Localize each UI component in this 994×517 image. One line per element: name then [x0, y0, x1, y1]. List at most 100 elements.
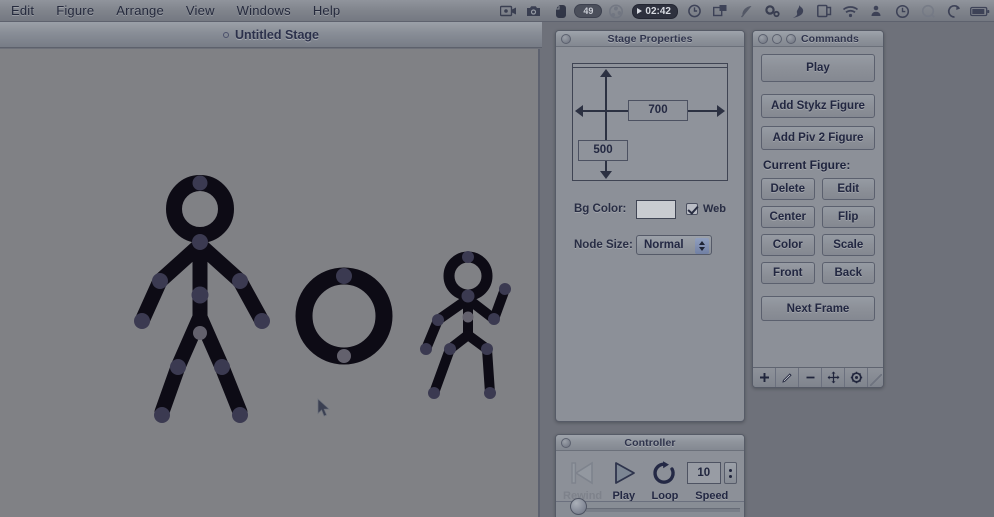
notification-badge[interactable]: 49	[574, 4, 603, 18]
stage-modified-dot-icon	[222, 31, 229, 38]
play-triangle-icon	[637, 8, 643, 14]
menu-help[interactable]: Help	[302, 0, 352, 21]
stage-properties-title: Stage Properties	[607, 32, 693, 45]
timer-indicator[interactable]: 02:42	[632, 3, 678, 19]
spotlight-icon[interactable]	[916, 1, 940, 21]
dropbox-icon[interactable]	[786, 1, 810, 21]
pencil-icon[interactable]	[776, 368, 799, 387]
stage-height-input[interactable]: 500	[578, 140, 628, 161]
stage-width-input[interactable]: 700	[628, 100, 688, 121]
controller-title-bar[interactable]: Controller	[556, 435, 744, 451]
current-figure-label: Current Figure:	[763, 158, 851, 172]
back-button[interactable]: Back	[821, 262, 875, 284]
stick-figure-head-only	[295, 267, 393, 365]
web-checkbox-label: Web	[703, 203, 727, 215]
stage-window: Untitled Stage	[0, 22, 542, 517]
add-icon[interactable]	[753, 368, 776, 387]
bg-color-swatch[interactable]	[636, 199, 676, 219]
feather-icon[interactable]	[734, 1, 758, 21]
wifi-icon[interactable]	[838, 1, 862, 21]
delete-button[interactable]: Delete	[761, 178, 815, 200]
sync-icon[interactable]	[942, 1, 966, 21]
search-circle-icon[interactable]	[682, 1, 706, 21]
commands-body: Play Add Stykz Figure Add Piv 2 Figure C…	[753, 47, 883, 328]
menu-bar-status-area: 49 02:42	[496, 0, 992, 22]
slider-knob[interactable]	[570, 498, 587, 515]
commands-toolbar	[753, 367, 883, 387]
commands-panel: Commands Play Add Stykz Figure Add Piv 2…	[752, 30, 884, 388]
timer-value: 02:42	[645, 5, 671, 17]
center-button[interactable]: Center	[761, 206, 815, 228]
minimize-button-icon[interactable]	[772, 33, 782, 44]
bg-color-label: Bg Color:	[574, 203, 627, 215]
node-size-label: Node Size:	[574, 239, 633, 251]
zoom-button-icon[interactable]	[786, 33, 796, 44]
scale-button[interactable]: Scale	[821, 234, 875, 256]
battery-icon[interactable]	[968, 1, 992, 21]
add-piv2-figure-button[interactable]: Add Piv 2 Figure	[761, 126, 875, 150]
rewind-icon	[568, 457, 598, 489]
stage-properties-body: 700 500 Bg Color: Web Node Size: Normal	[556, 47, 744, 265]
stage-title: Untitled Stage	[234, 27, 320, 42]
arrow-left-icon	[575, 105, 583, 117]
screen-recorder-icon[interactable]	[496, 1, 520, 21]
edit-button[interactable]: Edit	[821, 178, 875, 200]
stage-properties-panel: Stage Properties 700 500 Bg Color: Web N…	[555, 30, 745, 422]
controller-panel: Controller Rewind Play Loop 10 Speed	[555, 434, 745, 517]
play-control[interactable]: Play	[603, 457, 644, 502]
web-checkbox[interactable]	[686, 203, 698, 215]
display-icon[interactable]	[812, 1, 836, 21]
menu-arrange[interactable]: Arrange	[105, 0, 175, 21]
speed-stepper-buttons[interactable]	[723, 462, 737, 484]
close-button-icon[interactable]	[561, 437, 571, 448]
bg-color-row: Bg Color: Web	[574, 197, 736, 221]
arrow-up-icon	[600, 69, 612, 77]
stage-title-bar[interactable]: Untitled Stage	[0, 22, 542, 48]
stage-size-diagram: 700 500	[572, 63, 728, 181]
flip-button[interactable]: Flip	[821, 206, 875, 228]
play-icon	[609, 457, 639, 489]
gears-icon[interactable]	[760, 1, 784, 21]
speed-control[interactable]: 10 Speed	[686, 457, 738, 502]
stage-properties-title-bar[interactable]: Stage Properties	[556, 31, 744, 47]
menu-bar: Edit Figure Arrange View Windows Help 49…	[0, 0, 994, 22]
close-button-icon[interactable]	[561, 33, 571, 44]
node-size-row: Node Size: Normal	[574, 233, 736, 257]
node-size-value: Normal	[644, 239, 684, 251]
speed-stepper-group: 10	[686, 457, 737, 489]
color-button[interactable]: Color	[761, 234, 815, 256]
menu-figure[interactable]: Figure	[45, 0, 105, 21]
menu-edit[interactable]: Edit	[0, 0, 45, 21]
arrow-right-icon	[717, 105, 725, 117]
fan-icon[interactable]	[604, 1, 628, 21]
next-frame-button[interactable]: Next Frame	[761, 296, 875, 321]
menu-windows[interactable]: Windows	[226, 0, 302, 21]
move-icon[interactable]	[822, 368, 845, 387]
close-button-icon[interactable]	[758, 33, 768, 44]
gear-icon[interactable]	[845, 368, 868, 387]
controller-timeline-slider[interactable]	[556, 498, 744, 517]
bluetooth-icon[interactable]	[864, 1, 888, 21]
time-machine-icon[interactable]	[890, 1, 914, 21]
window-manager-icon[interactable]	[708, 1, 732, 21]
camera-icon[interactable]	[522, 1, 546, 21]
play-button[interactable]: Play	[761, 54, 875, 82]
chevron-updown-icon	[695, 238, 709, 254]
evernote-icon[interactable]	[548, 1, 572, 21]
app-root: Edit Figure Arrange View Windows Help 49…	[0, 0, 994, 517]
node-size-select[interactable]: Normal	[636, 235, 712, 255]
speed-input[interactable]: 10	[686, 462, 721, 484]
current-figure-button-grid: Delete Edit Center Flip Color Scale Fron…	[761, 178, 875, 284]
add-stykz-figure-button[interactable]: Add Stykz Figure	[761, 94, 875, 118]
remove-icon[interactable]	[799, 368, 822, 387]
arrow-down-icon	[600, 171, 612, 179]
commands-title-bar[interactable]: Commands	[753, 31, 883, 47]
loop-control[interactable]: Loop	[644, 457, 685, 502]
stage-canvas[interactable]	[0, 49, 540, 517]
menu-view[interactable]: View	[175, 0, 226, 21]
controller-body: Rewind Play Loop 10 Speed	[556, 451, 744, 502]
front-button[interactable]: Front	[761, 262, 815, 284]
rewind-control[interactable]: Rewind	[562, 457, 603, 502]
resize-grip[interactable]	[870, 374, 882, 386]
slider-track	[586, 508, 740, 512]
